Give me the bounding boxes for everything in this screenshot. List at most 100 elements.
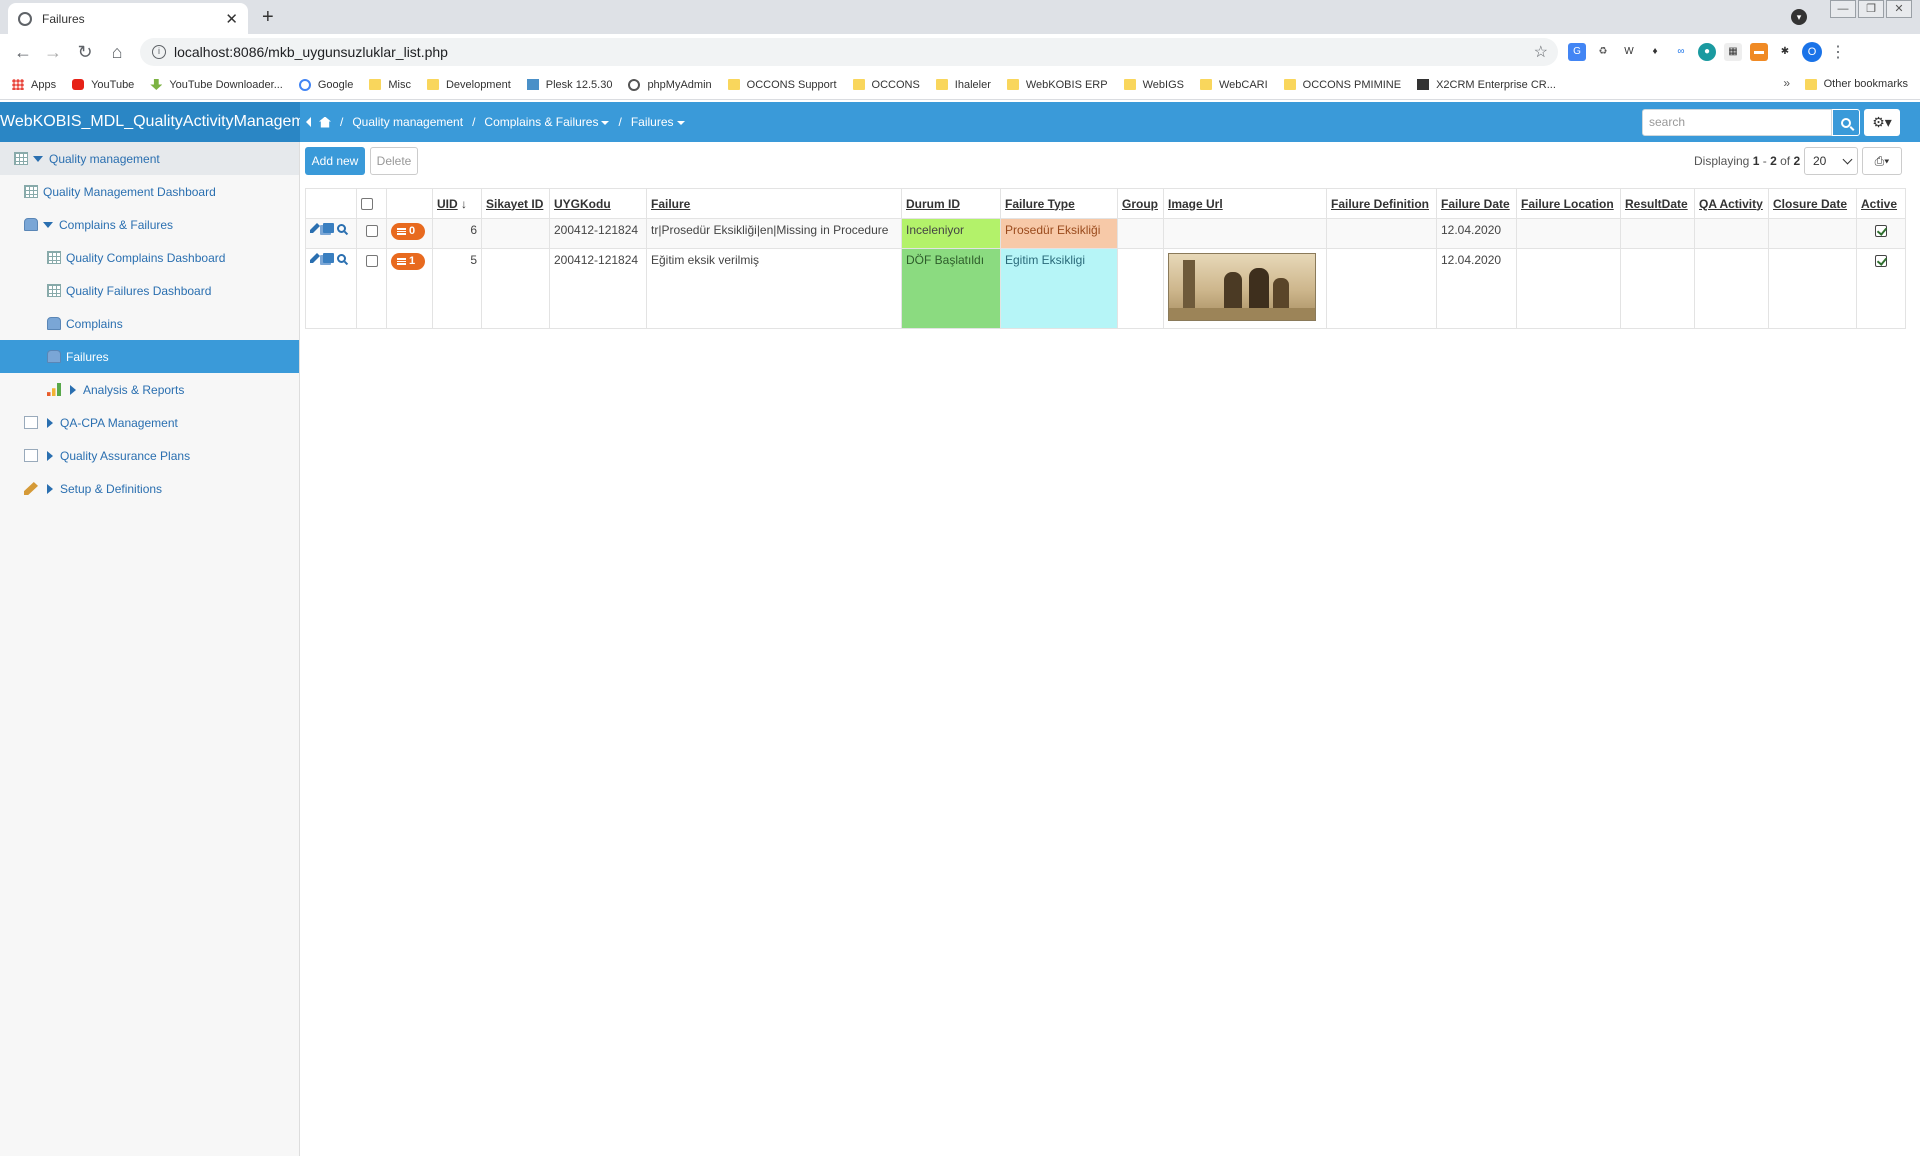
breadcrumb-complains-failures[interactable]: Complains & Failures [484,115,610,129]
tab-close-icon[interactable]: ✕ [225,10,238,28]
sidebar-item-failures-dashboard[interactable]: Quality Failures Dashboard [0,274,299,307]
col-failure-definition[interactable]: Failure Definition [1326,188,1437,219]
search-input[interactable]: search [1642,109,1832,136]
bookmark-occons-support[interactable]: OCCONS Support [727,79,837,91]
sidebar-item-complains-dashboard[interactable]: Quality Complains Dashboard [0,241,299,274]
bookmark-misc[interactable]: Misc [369,79,411,91]
sidebar-item-complains[interactable]: Complains [0,307,299,340]
col-uygkodu[interactable]: UYGKodu [549,188,647,219]
other-bookmarks[interactable]: Other bookmarks [1804,78,1908,90]
profile-avatar[interactable]: O [1802,42,1822,62]
sidebar-item-complains-failures[interactable]: Complains & Failures [0,208,299,241]
details-count-badge[interactable]: 0 [391,223,425,240]
col-active[interactable]: Active [1856,188,1906,219]
copy-icon[interactable] [323,223,334,233]
col-uid[interactable]: UID ↓ [432,188,482,219]
bookmark-google[interactable]: Google [298,78,353,91]
tab-search-icon[interactable]: ▾ [1791,9,1807,25]
select-all-checkbox[interactable] [361,198,373,211]
active-checkbox[interactable] [1875,254,1887,267]
col-group[interactable]: Group [1117,188,1164,219]
edit-icon[interactable] [310,223,320,233]
minimize-button[interactable]: — [1830,0,1856,18]
close-window-button[interactable]: ✕ [1886,0,1912,18]
col-durum-id[interactable]: Durum ID [901,188,1001,219]
app-brand[interactable]: WebKOBIS_MDL_QualityActivityManagement [0,102,300,142]
col-failure[interactable]: Failure [646,188,902,219]
row-select-checkbox[interactable] [365,224,378,237]
html-extension-icon[interactable]: ▦ [1724,43,1742,61]
col-result-date[interactable]: ResultDate [1620,188,1695,219]
browser-menu-icon[interactable]: ⋮ [1830,42,1846,62]
bookmark-x2crm[interactable]: X2CRM Enterprise CR... [1417,79,1556,91]
bookmark-ihaleler[interactable]: Ihaleler [935,79,991,91]
bookmark-plesk[interactable]: Plesk 12.5.30 [526,79,612,91]
settings-button[interactable]: ⚙▾ [1864,109,1900,136]
recycle-extension-icon[interactable]: ♻ [1594,43,1612,61]
add-new-button[interactable]: Add new [305,147,365,175]
copy-icon[interactable] [323,253,334,263]
restore-button[interactable]: ❐ [1858,0,1884,18]
failure-image-thumbnail[interactable] [1168,253,1316,321]
breadcrumb-failures[interactable]: Failures [631,115,685,129]
home-icon[interactable] [319,116,331,128]
details-count-badge[interactable]: 1 [391,253,425,270]
bookmark-development[interactable]: Development [426,79,511,91]
breadcrumb-quality-management[interactable]: Quality management [352,115,463,129]
search-button[interactable] [1832,109,1860,136]
site-info-icon[interactable]: i [152,45,166,59]
collapse-sidebar-icon[interactable] [306,117,311,127]
col-sikayet-id[interactable]: Sikayet ID [481,188,550,219]
bookmark-youtube-downloader[interactable]: YouTube Downloader... [150,79,283,91]
globe-extension-icon[interactable]: ● [1698,43,1716,61]
bookmark-star-icon[interactable]: ☆ [1534,42,1548,62]
bookmark-youtube[interactable]: YouTube [72,79,134,91]
sidebar-item-qa-cpa[interactable]: QA-CPA Management [0,406,299,439]
print-button[interactable]: ⎙▾ [1862,147,1902,175]
sidebar-item-analysis-reports[interactable]: Analysis & Reports [0,373,299,406]
back-icon[interactable]: ← [12,41,34,63]
sidebar-item-quality-dashboard[interactable]: Quality Management Dashboard [0,175,299,208]
reload-icon[interactable]: ↻ [74,41,96,63]
bookmark-occons-pmimine[interactable]: OCCONS PMIMINE [1283,79,1401,91]
translate-extension-icon[interactable]: G [1568,43,1586,61]
pin-extension-icon[interactable]: ♦ [1646,43,1664,61]
view-icon[interactable] [337,253,346,263]
forward-icon[interactable]: → [42,41,64,63]
infinity-extension-icon[interactable]: ∞ [1672,43,1690,61]
table-row[interactable]: 1 5 200412-121824 Eğitim eksik verilmiş … [305,248,1906,329]
address-bar[interactable]: i localhost:8086/mkb_uygunsuzluklar_list… [140,38,1558,66]
col-qa-activity[interactable]: QA Activity [1694,188,1769,219]
sidebar-item-qa-plans[interactable]: Quality Assurance Plans [0,439,299,472]
browser-tab[interactable]: Failures ✕ [8,3,248,34]
new-tab-button[interactable]: + [262,6,274,29]
view-icon[interactable] [337,223,346,233]
bookmark-apps[interactable]: Apps [12,79,56,91]
bookmark-webigs[interactable]: WebIGS [1123,79,1184,91]
wikipedia-extension-icon[interactable]: W [1620,43,1638,61]
sidebar-item-setup-definitions[interactable]: Setup & Definitions [0,472,299,505]
cell-durum: Inceleniyor [901,218,1001,249]
bookmark-occons[interactable]: OCCONS [852,79,920,91]
home-icon[interactable]: ⌂ [106,41,128,63]
delete-button[interactable]: Delete [370,147,418,175]
puzzle-extensions-icon[interactable]: ✱ [1776,43,1794,61]
bookmark-phpmyadmin[interactable]: phpMyAdmin [628,78,712,91]
sidebar-item-failures[interactable]: Failures [0,340,299,373]
bookmarks-overflow-button[interactable]: » [1783,76,1790,90]
col-failure-date[interactable]: Failure Date [1436,188,1517,219]
bookmark-webcari[interactable]: WebCARI [1199,79,1268,91]
json-extension-icon[interactable]: ▬ [1750,43,1768,61]
row-select-checkbox[interactable] [365,254,378,267]
bookmark-webkobis-erp[interactable]: WebKOBIS ERP [1006,79,1108,91]
col-closure-date[interactable]: Closure Date [1768,188,1857,219]
table-row[interactable]: 0 6 200412-121824 tr|Prosedür Eksikliği|… [305,218,1906,249]
window-controls: — ❐ ✕ [1828,0,1912,18]
col-failure-type[interactable]: Failure Type [1000,188,1118,219]
col-image-url[interactable]: Image Url [1163,188,1327,219]
edit-icon[interactable] [310,253,320,263]
active-checkbox[interactable] [1875,224,1887,237]
page-size-select[interactable]: 20 [1804,147,1858,175]
col-failure-location[interactable]: Failure Location [1516,188,1621,219]
sidebar-item-quality-management[interactable]: Quality management [0,142,299,175]
